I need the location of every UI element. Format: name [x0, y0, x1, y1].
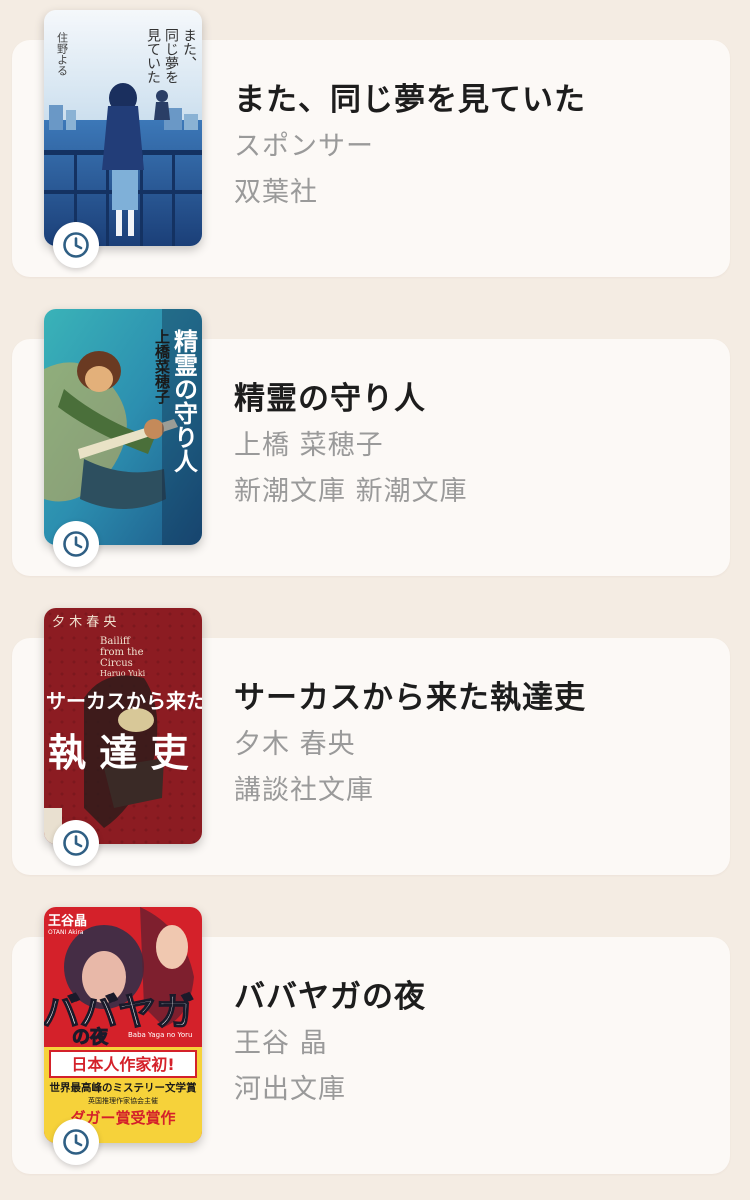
cover-title-line: 見ていた: [145, 28, 161, 84]
cover-english: Bailiff: [100, 636, 131, 647]
book-title: サーカスから来た執達吏: [234, 680, 586, 716]
cover-author: 上橋菜穂子: [153, 329, 171, 405]
cover-romaji: Baba Yaga no Yoru: [128, 1031, 193, 1039]
reading-status-button[interactable]: [53, 820, 99, 866]
book-title: また、同じ夢を見ていた: [234, 82, 586, 118]
cover-title: ババヤガ: [44, 990, 194, 1034]
book-author: 上橋 菜穂子: [234, 430, 384, 461]
cover-english: Circus: [100, 658, 133, 669]
clock-icon: [63, 830, 89, 856]
reading-status-button[interactable]: [53, 222, 99, 268]
book-author: スポンサー: [234, 131, 374, 162]
cover-author: 住野よる: [56, 31, 69, 76]
book-list: また、 同じ夢を 見ていた 住野よる また、同じ夢を見ていた スポンサー 双葉社: [0, 0, 750, 1200]
cover-title: 精霊の守り人: [170, 329, 199, 473]
book-publisher: 河出文庫: [234, 1074, 346, 1105]
book-cover[interactable]: 精霊の守り人 上橋菜穂子: [44, 309, 202, 545]
book-publisher: 新潮文庫 新潮文庫: [234, 476, 468, 507]
clock-icon: [63, 1129, 89, 1155]
book-cover[interactable]: 王谷晶 OTANI Akira ババヤガ の夜 Baba Yaga no Yor…: [44, 907, 202, 1143]
cover-banner: 日本人作家初!: [71, 1055, 174, 1074]
cover-author: 夕 木 春 央: [52, 615, 116, 630]
cover-title-no: の夜: [72, 1026, 109, 1048]
book-item[interactable]: 夕 木 春 央 Bailiff from the Circus Haruo Yu…: [0, 608, 750, 888]
book-item[interactable]: 精霊の守り人 上橋菜穂子 精霊の守り人 上橋 菜穂子 新潮文庫 新潮文庫: [0, 309, 750, 589]
cover-author: 王谷晶: [48, 913, 87, 929]
book-item[interactable]: また、 同じ夢を 見ていた 住野よる また、同じ夢を見ていた スポンサー 双葉社: [0, 10, 750, 290]
cover-title-line: 同じ夢を: [163, 28, 179, 84]
cover-subtitle: サーカスから来た: [46, 689, 202, 713]
clock-icon: [63, 232, 89, 258]
book-publisher: 双葉社: [234, 177, 318, 208]
cover-line: 世界最高峰のミステリー文学賞: [50, 1081, 197, 1094]
cover-line: 英国推理作家協会主催: [88, 1096, 158, 1105]
reading-status-button[interactable]: [53, 521, 99, 567]
book-cover[interactable]: また、 同じ夢を 見ていた 住野よる: [44, 10, 202, 246]
book-title: ババヤガの夜: [234, 979, 426, 1015]
book-title: 精霊の守り人: [234, 381, 426, 417]
book-author: 夕木 春央: [234, 729, 356, 760]
book-item[interactable]: 王谷晶 OTANI Akira ババヤガ の夜 Baba Yaga no Yor…: [0, 907, 750, 1187]
book-author: 王谷 晶: [234, 1028, 328, 1059]
book-cover[interactable]: 夕 木 春 央 Bailiff from the Circus Haruo Yu…: [44, 608, 202, 844]
cover-title-line: また、: [181, 28, 197, 70]
clock-icon: [63, 531, 89, 557]
cover-title: 執 達 吏: [48, 731, 189, 775]
cover-author-romaji: OTANI Akira: [48, 929, 84, 936]
reading-status-button[interactable]: [53, 1119, 99, 1165]
book-publisher: 講談社文庫: [234, 775, 374, 806]
cover-english: from the: [100, 647, 144, 658]
